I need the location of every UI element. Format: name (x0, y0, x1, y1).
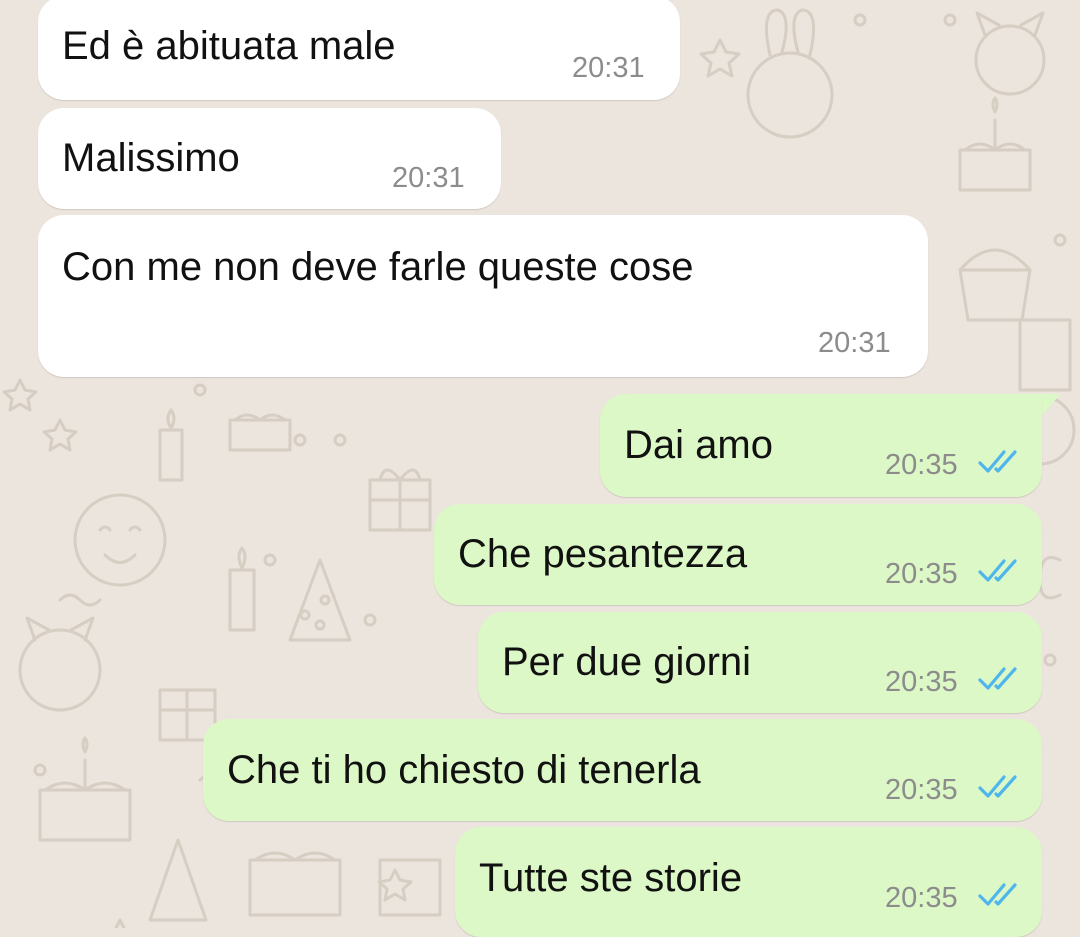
double-check-icon (978, 775, 1017, 798)
outgoing-message[interactable]: Che pesantezza 20:35 (434, 504, 1042, 605)
outgoing-message[interactable]: Che ti ho chiesto di tenerla 20:35 (203, 719, 1042, 821)
message-text: Che pesantezza (458, 532, 748, 576)
message-text: Ed è abituata male (62, 24, 396, 68)
outgoing-message[interactable]: Dai amo 20:35 (600, 394, 1042, 497)
outgoing-message[interactable]: Tutte ste storie 20:35 (455, 827, 1042, 937)
message-text: Con me non deve farle queste cose (62, 245, 694, 289)
message-text: Dai amo (624, 423, 773, 467)
double-check-icon (978, 883, 1017, 906)
outgoing-message[interactable]: Per due giorni 20:35 (478, 612, 1042, 713)
incoming-message[interactable]: Malissimo 20:31 (38, 108, 501, 209)
incoming-message[interactable]: Ed è abituata male 20:31 (38, 0, 680, 100)
message-timestamp: 20:31 (392, 162, 465, 194)
message-timestamp: 20:35 (885, 774, 958, 806)
double-check-icon (978, 667, 1017, 690)
message-text: Malissimo (62, 136, 240, 180)
double-check-icon (978, 450, 1017, 473)
message-timestamp: 20:35 (885, 449, 958, 481)
message-text: Tutte ste storie (479, 856, 743, 900)
double-check-icon (978, 559, 1017, 582)
message-text: Che ti ho chiesto di tenerla (227, 748, 701, 792)
message-text: Per due giorni (502, 640, 752, 684)
message-timestamp: 20:35 (885, 666, 958, 698)
message-timestamp: 20:35 (885, 882, 958, 914)
incoming-message[interactable]: Con me non deve farle queste cose 20:31 (38, 215, 928, 377)
message-timestamp: 20:31 (572, 52, 645, 84)
message-timestamp: 20:31 (818, 327, 891, 359)
message-timestamp: 20:35 (885, 558, 958, 590)
